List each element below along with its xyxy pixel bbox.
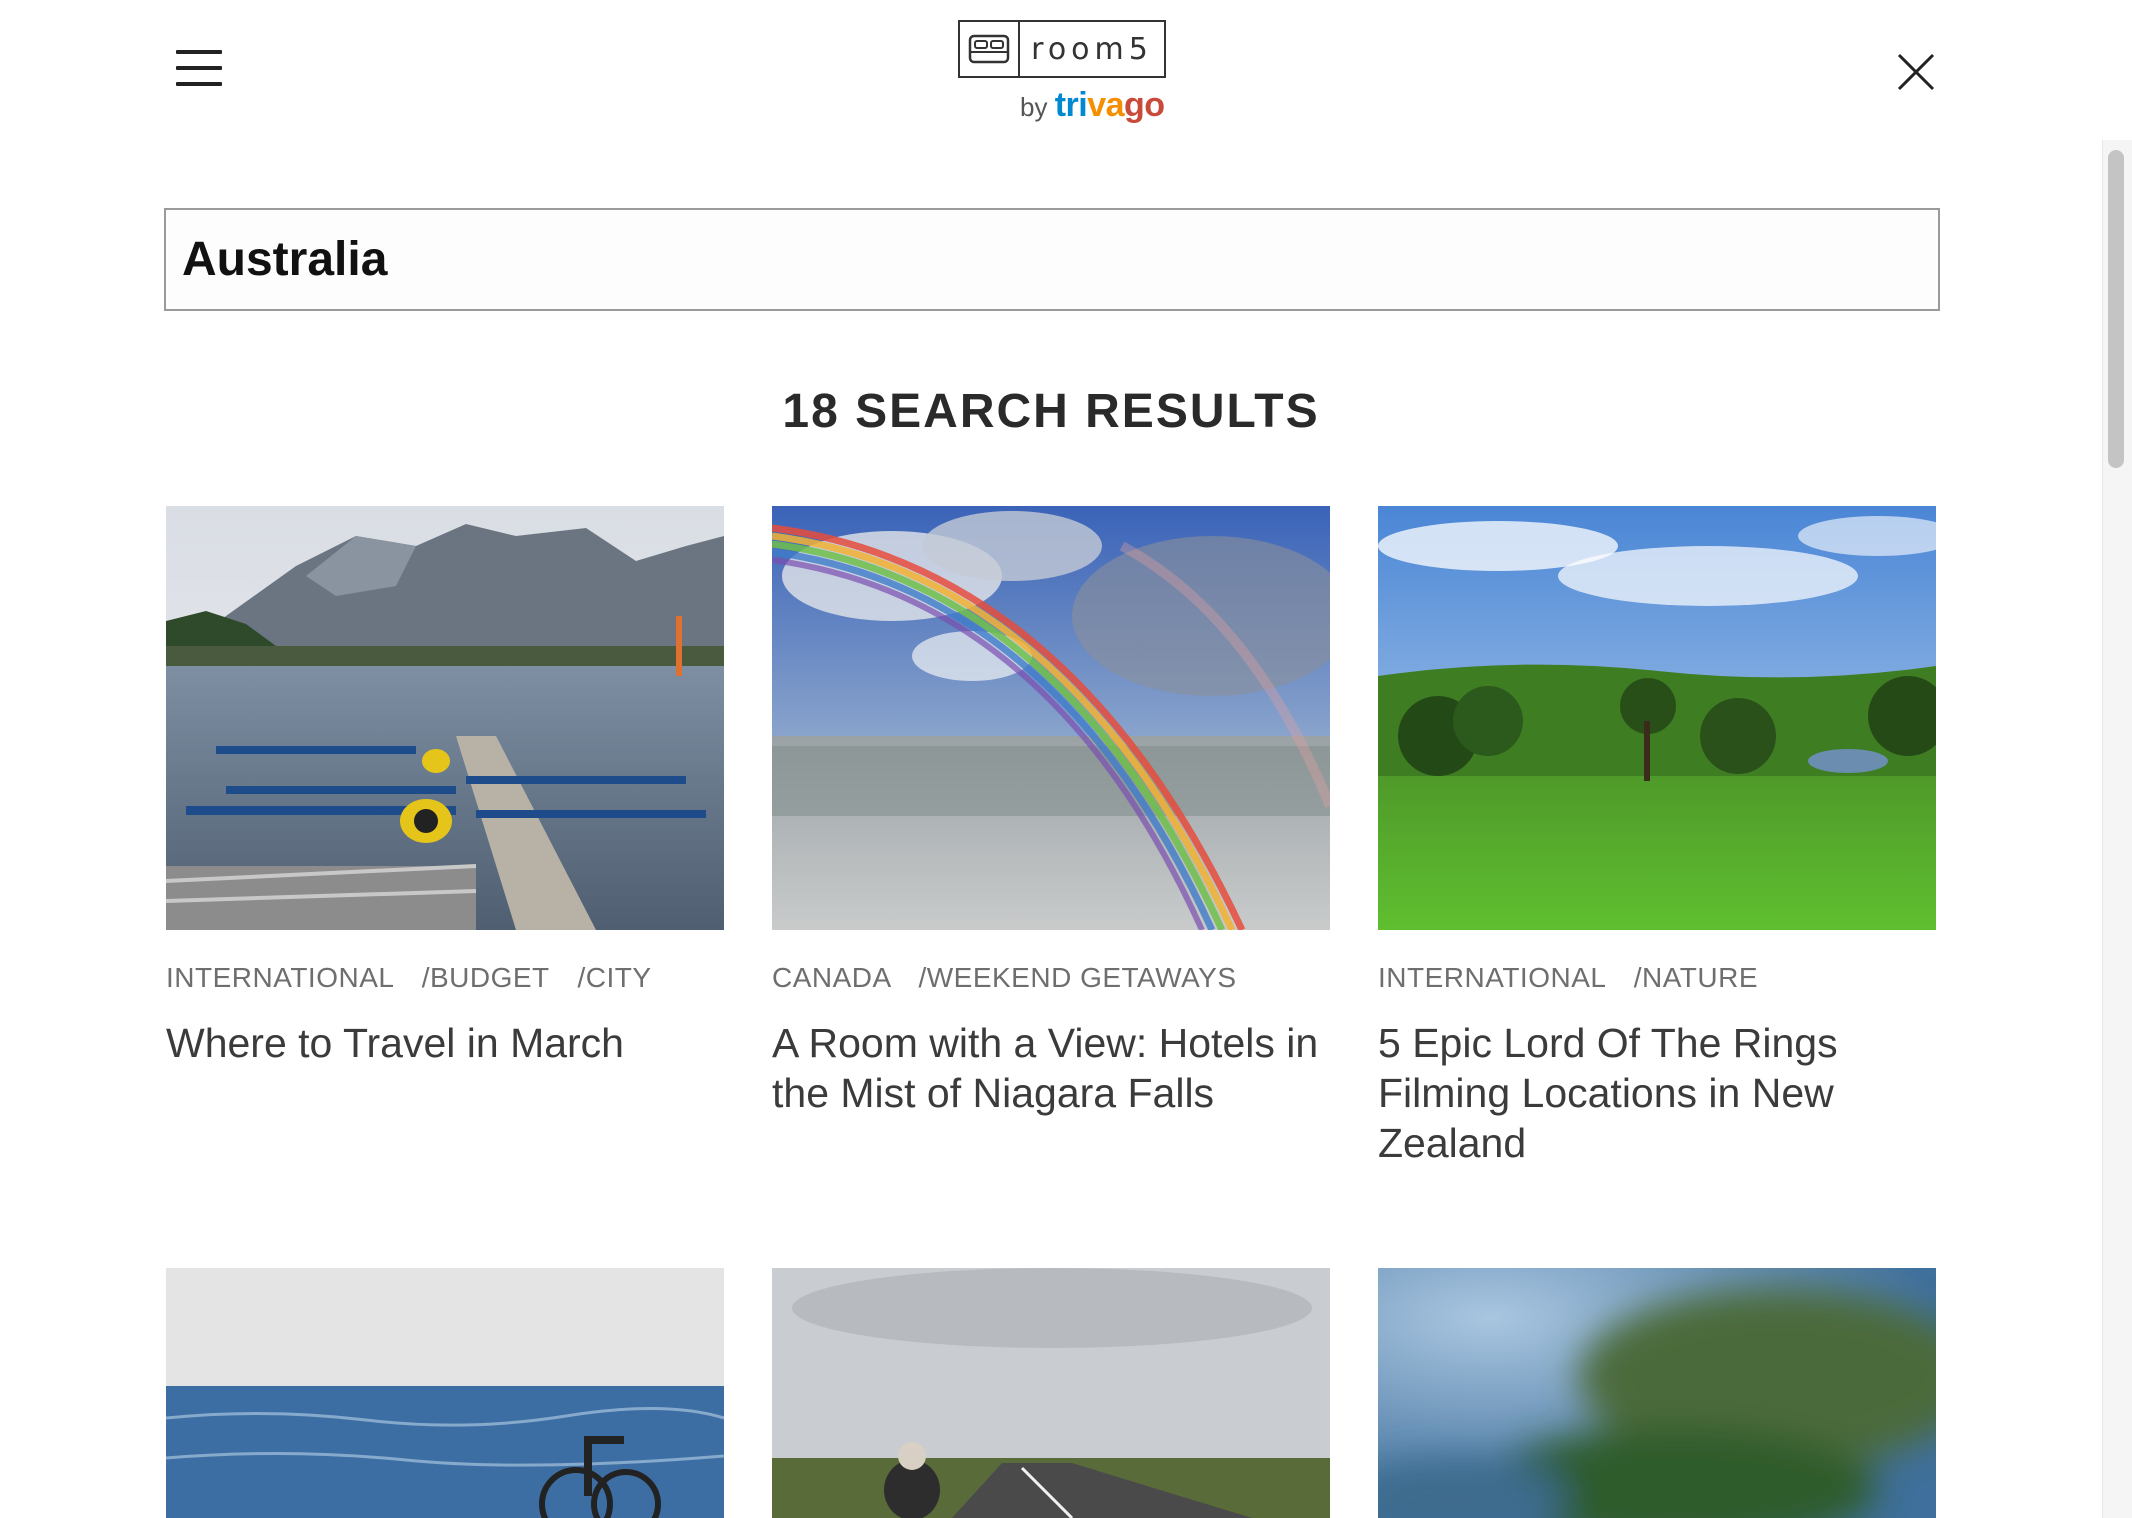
- tag-link[interactable]: INTERNATIONAL: [166, 962, 393, 993]
- tag-link[interactable]: CITY: [586, 962, 652, 993]
- bed-icon: [960, 22, 1020, 76]
- card-image-green-hills[interactable]: [1378, 506, 1936, 930]
- tag-separator: /: [421, 962, 430, 993]
- logo-by-text: by: [1020, 92, 1048, 122]
- card-title[interactable]: A Room with a View: Hotels in the Mist o…: [772, 1018, 1332, 1118]
- trivago-wordmark: trivago: [1054, 86, 1165, 124]
- card-image-seaplanes[interactable]: [166, 506, 724, 930]
- tag-separator: /: [1633, 962, 1642, 993]
- close-icon[interactable]: [1896, 52, 1936, 92]
- logo-box: room5: [958, 20, 1166, 78]
- card-image-wheelchair-sea[interactable]: [166, 1268, 724, 1518]
- card-image-road-lava[interactable]: [772, 1268, 1330, 1518]
- tag-link[interactable]: WEEKEND GETAWAYS: [927, 962, 1237, 993]
- tag-link[interactable]: BUDGET: [430, 962, 549, 993]
- tag-link[interactable]: CANADA: [772, 962, 890, 993]
- card-tags: INTERNATIONAL /BUDGET /CITY: [166, 962, 652, 994]
- tag-link[interactable]: NATURE: [1642, 962, 1758, 993]
- card-title[interactable]: Where to Travel in March: [166, 1018, 726, 1068]
- logo-wordmark: room5: [1031, 31, 1153, 67]
- room5-logo[interactable]: room5 by trivago: [958, 20, 1170, 130]
- card-image-blurred-coast[interactable]: [1378, 1268, 1936, 1518]
- tag-separator: /: [577, 962, 586, 993]
- results-heading: 18 SEARCH RESULTS: [782, 385, 1320, 438]
- card-tags: INTERNATIONAL /NATURE: [1378, 962, 1758, 994]
- card-image-rainbow-falls[interactable]: [772, 506, 1330, 930]
- tag-separator: /: [918, 962, 927, 993]
- logo-by-trivago: by trivago: [1020, 86, 1165, 125]
- card-title[interactable]: 5 Epic Lord Of The Rings Filming Locatio…: [1378, 1018, 1938, 1168]
- card-tags: CANADA /WEEKEND GETAWAYS: [772, 962, 1237, 994]
- hamburger-menu-icon[interactable]: [176, 48, 224, 88]
- scrollbar-thumb[interactable]: [2108, 150, 2124, 468]
- tag-link[interactable]: INTERNATIONAL: [1378, 962, 1605, 993]
- search-box[interactable]: [164, 208, 1940, 311]
- search-input[interactable]: [166, 210, 1938, 309]
